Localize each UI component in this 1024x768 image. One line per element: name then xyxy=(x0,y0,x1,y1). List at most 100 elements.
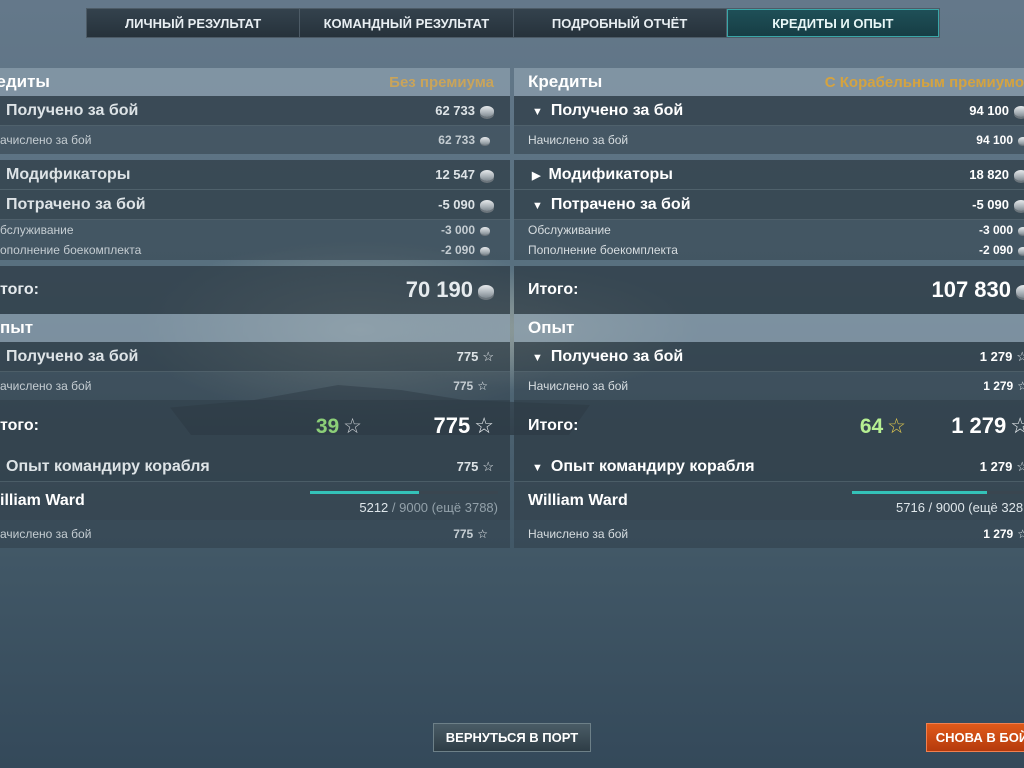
credit-coin-icon xyxy=(480,246,490,255)
spent-row[interactable]: Потрачено за бой -5 090 xyxy=(0,190,510,220)
xp-header: пыт xyxy=(0,314,510,342)
credit-coin-icon xyxy=(1016,284,1024,298)
star-icon: ☆ xyxy=(1017,379,1024,393)
commander-accrued-row: Начислено за бой 1 279 ☆ xyxy=(514,520,1024,548)
star-icon: ☆ xyxy=(482,458,494,474)
triangle-down-icon: ▼ xyxy=(532,199,543,212)
accrued-label: Начислено за бой xyxy=(528,133,629,147)
ammo-label: ополнение боекомплекта xyxy=(0,243,142,257)
xp-earned-row[interactable]: Получено за бой 775 ☆ xyxy=(0,342,510,372)
service-row: Обслуживание -3 000 xyxy=(514,220,1024,240)
commander-progress-value: 5716 / 9000 (ещё 328 xyxy=(896,500,1024,515)
credits-total-label: того: xyxy=(0,281,39,298)
ammo-value: -2 090 xyxy=(978,243,1013,257)
commander-progress-fill xyxy=(310,491,419,494)
xp-earned-value: 1 279 xyxy=(979,348,1013,364)
triangle-down-icon: ▼ xyxy=(532,105,543,118)
spent-label: Потрачено за бой xyxy=(550,195,691,213)
battle-again-button[interactable]: СНОВА В БОЙ xyxy=(926,723,1024,752)
triangle-right-icon: ▶ xyxy=(532,169,541,182)
accrued-value: 62 733 xyxy=(438,133,475,147)
service-value: -3 000 xyxy=(440,223,475,237)
xp-accrued-row: ачислено за бой 775 ☆ xyxy=(0,372,510,400)
commander-accrued-value: 775 xyxy=(453,527,474,541)
accrued-row: Начислено за бой 94 100 xyxy=(514,126,1024,154)
spent-label: Потрачено за бой xyxy=(6,195,146,213)
ammo-row: Пополнение боекомплекта -2 090 xyxy=(514,240,1024,260)
commander-accrued-value: 1 279 xyxy=(983,527,1014,541)
spent-value: -5 090 xyxy=(972,197,1009,212)
star-icon: ☆ xyxy=(1017,527,1024,541)
tab-bar: ЛИЧНЫЙ РЕЗУЛЬТАТ КОМАНДНЫЙ РЕЗУЛЬТАТ ПОД… xyxy=(86,8,940,38)
credit-coin-icon xyxy=(1014,170,1024,182)
commander-row: illiam Ward 5212 / 9000 (ещё 3788) xyxy=(0,482,510,520)
commander-row: William Ward 5716 / 9000 (ещё 328 xyxy=(514,482,1024,520)
xp-total-label: того: xyxy=(0,417,39,434)
tab-credits-and-xp[interactable]: КРЕДИТЫ И ОПЫТ xyxy=(726,9,939,37)
modifiers-value: 12 547 xyxy=(435,167,475,182)
xp-total-value: 1 279 xyxy=(951,413,1007,438)
xp-earned-label: Получено за бой xyxy=(6,347,139,365)
modifiers-label: Модификаторы xyxy=(6,165,131,183)
credit-coin-icon xyxy=(1018,246,1024,255)
right-panel-ship-premium: Кредиты С Корабельным премиумо ▼ Получено… xyxy=(514,68,1024,548)
credits-total-value: 107 830 xyxy=(931,277,1011,302)
commander-xp-label: Опыт командиру корабля xyxy=(550,457,755,475)
xp-accrued-label: Начислено за бой xyxy=(528,379,629,393)
return-to-port-button[interactable]: ВЕРНУТЬСЯ В ПОРТ xyxy=(433,723,591,752)
xp-earned-label: Получено за бой xyxy=(550,347,684,365)
accrued-value: 94 100 xyxy=(976,133,1013,147)
star-icon: ☆ xyxy=(1016,348,1024,364)
tab-detailed-report[interactable]: ПОДРОБНЫЙ ОТЧЁТ xyxy=(513,9,727,37)
commander-accrued-row: ачислено за бой 775 ☆ xyxy=(0,520,510,548)
earned-row[interactable]: ▼ Получено за бой 94 100 xyxy=(514,96,1024,126)
xp-earned-row[interactable]: ▼ Получено за бой 1 279 ☆ xyxy=(514,342,1024,372)
earned-row[interactable]: Получено за бой 62 733 xyxy=(0,96,510,126)
modifiers-row[interactable]: Модификаторы 12 547 xyxy=(0,160,510,190)
star-icon: ☆ xyxy=(1010,413,1024,438)
commander-progress-value: 5212 xyxy=(359,500,389,515)
credit-coin-icon xyxy=(480,226,490,235)
xp-title: Опыт xyxy=(528,318,575,337)
xp-title: пыт xyxy=(0,318,34,337)
xp-total-row: того: 39 ☆ 775 ☆ xyxy=(0,400,510,452)
credits-total-value: 70 190 xyxy=(405,277,473,302)
commander-progress-fill xyxy=(852,491,987,494)
star-icon: ☆ xyxy=(887,414,906,438)
star-icon: ☆ xyxy=(477,527,488,541)
triangle-down-icon: ▼ xyxy=(532,461,543,474)
commander-accrued-label: Начислено за бой xyxy=(528,527,629,541)
credit-coin-icon xyxy=(1018,226,1024,235)
earned-value: 94 100 xyxy=(969,103,1009,118)
triangle-down-icon: ▼ xyxy=(532,351,543,364)
tab-team-result[interactable]: КОМАНДНЫЙ РЕЗУЛЬТАТ xyxy=(300,9,514,37)
earned-label: Получено за бой xyxy=(550,101,684,119)
modifiers-label: Модификаторы xyxy=(548,165,673,183)
commander-xp-row[interactable]: ▼ Опыт командиру корабля 1 279 ☆ xyxy=(514,452,1024,482)
left-panel-no-premium: редиты Без премиума Получено за бой 62 7… xyxy=(0,68,510,548)
credit-coin-icon xyxy=(1018,136,1024,145)
commander-name: illiam Ward xyxy=(0,492,85,509)
commander-xp-row[interactable]: Опыт командиру корабля 775 ☆ xyxy=(0,452,510,482)
service-label: Обслуживание xyxy=(528,223,611,237)
commander-name: William Ward xyxy=(528,492,628,509)
ammo-label: Пополнение боекомплекта xyxy=(528,243,678,257)
accrued-label: ачислено за бой xyxy=(0,133,92,147)
free-xp-value: 64 xyxy=(859,414,884,438)
ammo-value: -2 090 xyxy=(440,243,475,257)
xp-accrued-value: 775 xyxy=(453,379,474,393)
spent-row[interactable]: ▼ Потрачено за бой -5 090 xyxy=(514,190,1024,220)
service-value: -3 000 xyxy=(978,223,1013,237)
credits-total-label: Итого: xyxy=(528,281,579,298)
modifiers-row[interactable]: ▶ Модификаторы 18 820 xyxy=(514,160,1024,190)
credits-title: редиты xyxy=(0,72,50,91)
xp-total-label: Итого: xyxy=(528,417,579,434)
credits-total-row: того: 70 190 xyxy=(0,266,510,314)
tab-personal-result[interactable]: ЛИЧНЫЙ РЕЗУЛЬТАТ xyxy=(87,9,301,37)
star-icon: ☆ xyxy=(482,348,494,364)
service-row: бслуживание -3 000 xyxy=(0,220,510,240)
spent-value: -5 090 xyxy=(438,197,475,212)
commander-accrued-label: ачислено за бой xyxy=(0,527,92,541)
xp-accrued-value: 1 279 xyxy=(983,379,1014,393)
commander-progress-bar xyxy=(310,491,498,494)
